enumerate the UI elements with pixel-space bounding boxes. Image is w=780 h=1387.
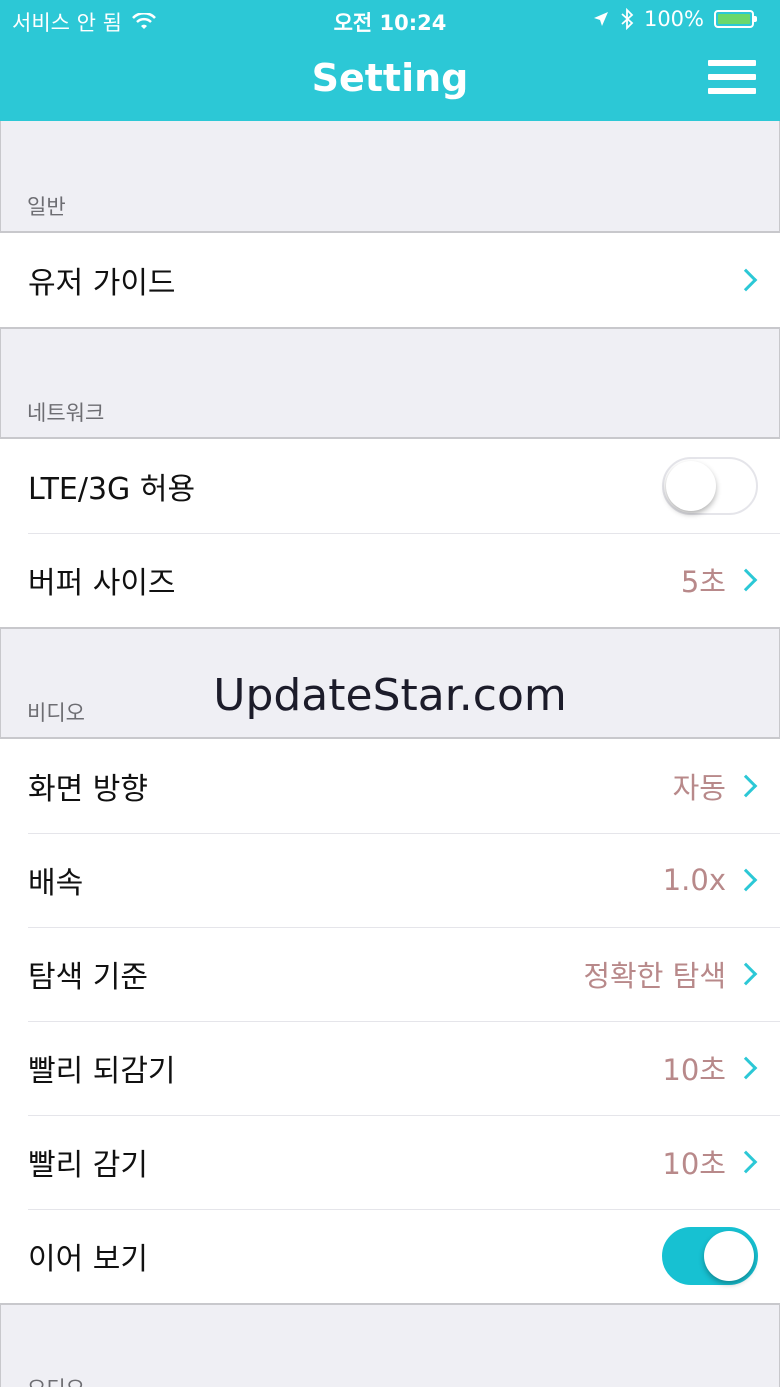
location-arrow-icon [593,12,608,26]
section-header-network: 네트워크 [0,327,780,439]
seek-mode-value: 정확한 탐색 [583,959,726,993]
section-label-audio: 오디오 [27,1373,85,1387]
chevron-right-icon [734,962,758,986]
page-title: Setting [311,56,469,100]
section-label-network: 네트워크 [27,401,105,425]
row-screen-orientation[interactable]: 화면 방향 자동 [0,739,780,833]
status-bar: 서비스 안 됨 오전 10:24 100% [0,0,780,40]
row-lte-3g: LTE/3G 허용 [0,439,780,533]
resume-playback-label: 이어 보기 [28,1242,148,1277]
battery-icon [714,10,757,28]
chevron-right-icon [734,268,758,292]
row-resume-playback: 이어 보기 [0,1209,780,1303]
buffer-size-label: 버퍼 사이즈 [28,566,176,601]
chevron-right-icon [734,868,758,892]
row-user-guide[interactable]: 유저 가이드 [0,233,780,327]
fast-forward-label: 빨리 감기 [28,1148,148,1183]
user-guide-label: 유저 가이드 [28,266,176,301]
resume-playback-toggle[interactable] [662,1227,758,1285]
section-label-general: 일반 [27,195,66,219]
row-rewind[interactable]: 빨리 되감기 10초 [0,1021,780,1115]
bluetooth-icon [621,8,634,30]
lte-3g-label: LTE/3G 허용 [28,472,196,507]
chevron-right-icon [734,1056,758,1080]
rewind-value: 10초 [662,1053,726,1087]
screen-orientation-value: 자동 [672,771,726,805]
seek-mode-label: 탐색 기준 [28,960,148,995]
navigation-bar: 서비스 안 됨 오전 10:24 100% Setting [0,0,780,121]
rewind-label: 빨리 되감기 [28,1054,176,1089]
row-playback-speed[interactable]: 배속 1.0x [0,833,780,927]
buffer-size-value: 5초 [680,565,726,599]
section-header-general: 일반 [0,121,780,233]
fast-forward-value: 10초 [662,1147,726,1181]
lte-3g-toggle[interactable] [662,457,758,515]
row-fast-forward[interactable]: 빨리 감기 10초 [0,1115,780,1209]
row-buffer-size[interactable]: 버퍼 사이즈 5초 [0,533,780,627]
row-seek-mode[interactable]: 탐색 기준 정확한 탐색 [0,927,780,1021]
screen-orientation-label: 화면 방향 [28,772,148,807]
watermark-text: UpdateStar.com [213,670,567,721]
chevron-right-icon [734,1150,758,1174]
battery-percent: 100% [643,7,704,31]
playback-speed-label: 배속 [28,866,84,901]
chevron-right-icon [734,774,758,798]
settings-list: 일반 유저 가이드 네트워크 LTE/3G 허용 버퍼 사이즈 5초 비디오 화… [0,121,780,1387]
playback-speed-value: 1.0x [662,863,726,897]
hamburger-menu-icon[interactable] [708,60,756,94]
chevron-right-icon [734,568,758,592]
section-header-audio: 오디오 [0,1303,780,1387]
